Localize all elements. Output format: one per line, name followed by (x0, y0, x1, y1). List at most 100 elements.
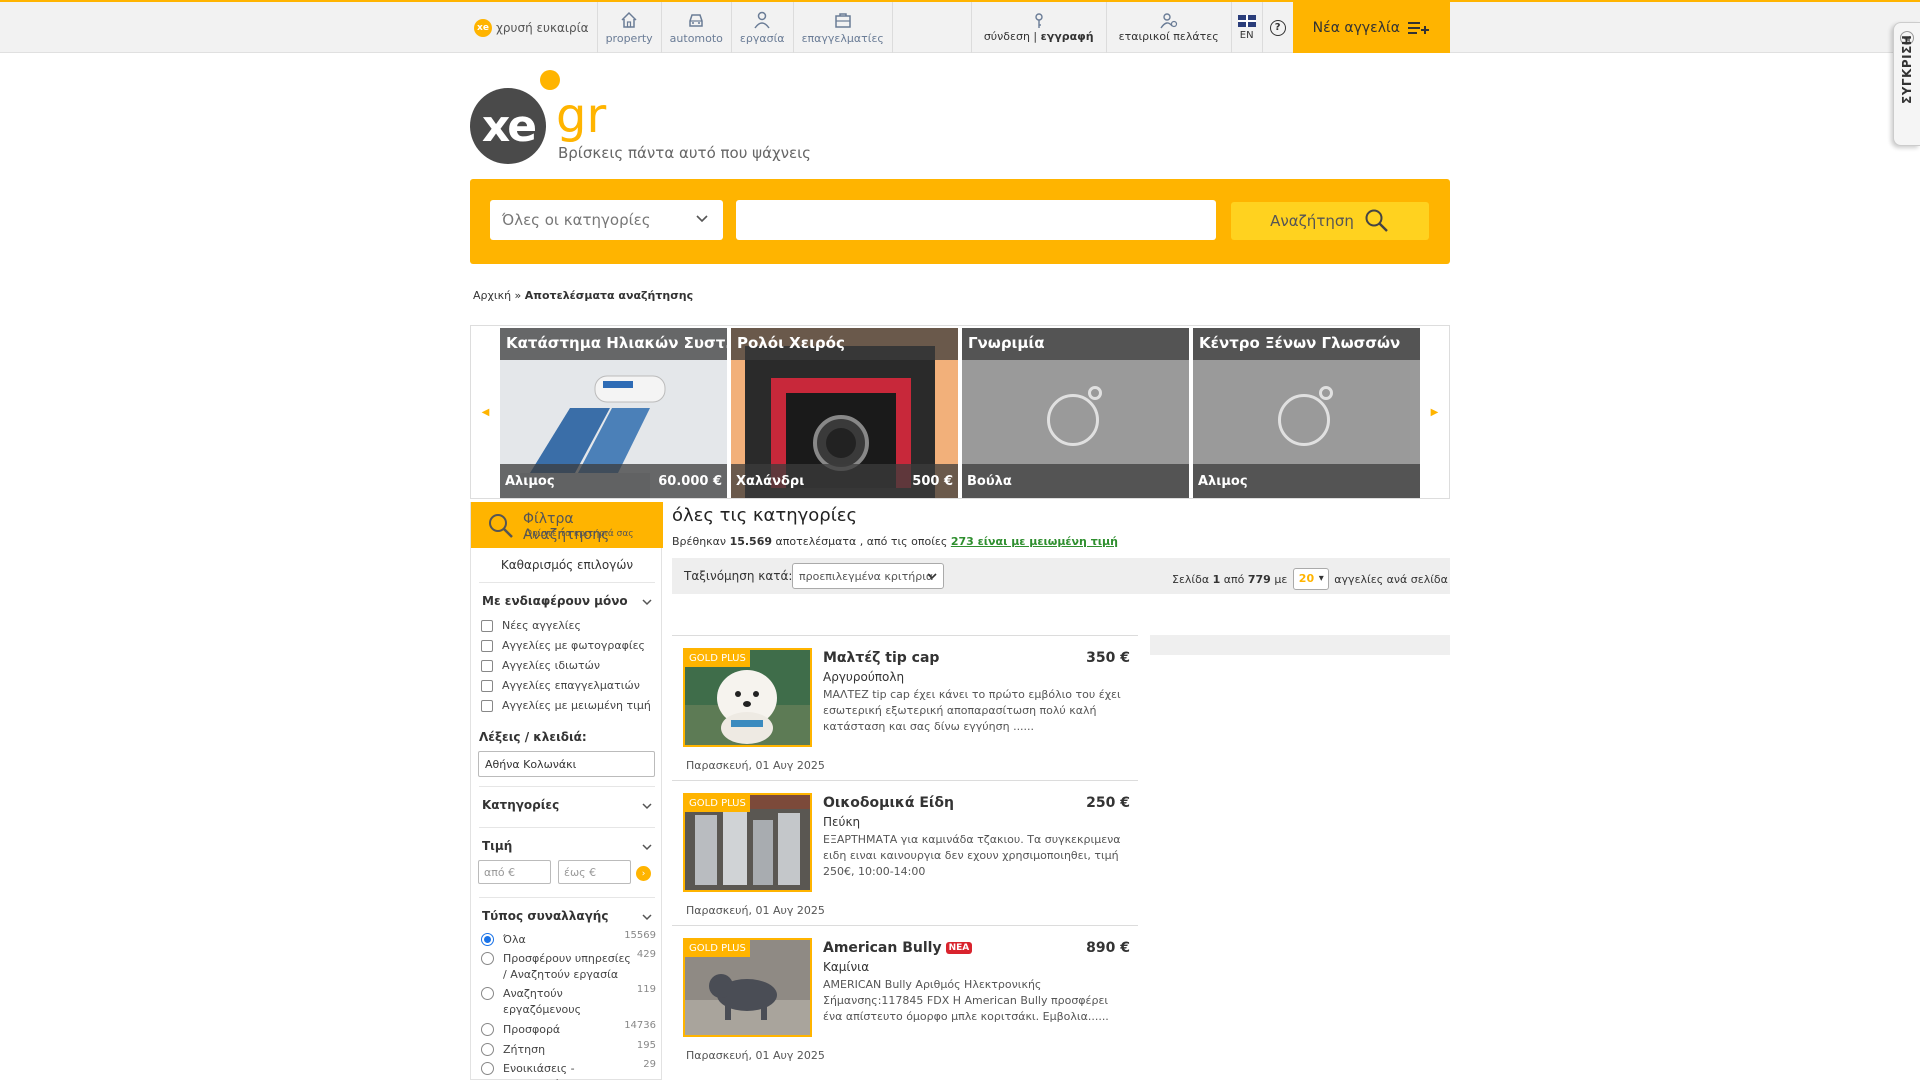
price-section-title[interactable]: Τιμή (482, 839, 512, 853)
radio-label: Ενοικιάσεις - Προσφορά (503, 1062, 575, 1080)
carousel-next-button[interactable]: ▶ (1420, 326, 1449, 498)
listing-title[interactable]: Οικοδομικά Είδη (823, 795, 954, 811)
nav-jobs-label: εργασία (739, 32, 785, 45)
radio-button[interactable] (481, 952, 494, 965)
nav-professionals[interactable]: επαγγελματίες (794, 2, 893, 53)
results-found-prefix: Βρέθηκαν (672, 535, 727, 548)
radio-count: 15569 (624, 930, 656, 941)
filter-private[interactable]: Αγγελίες ιδιωτών (481, 659, 600, 672)
transaction-option[interactable]: Προσφέρουν υπηρεσίες / Αναζητούν εργασία… (481, 949, 656, 983)
checkbox-label: Αγγελίες με φωτογραφίες (502, 639, 646, 652)
checkbox[interactable] (481, 619, 493, 632)
listing-item[interactable]: GOLD PLUS Μαλτέζ tip cap 350 € Αργυρούπο… (672, 635, 1138, 781)
price-to-input[interactable]: έως € (558, 860, 631, 884)
chevron-down-icon[interactable] (641, 800, 653, 812)
clear-filters-button[interactable]: Καθαρισμός επιλογών (471, 558, 663, 572)
transaction-section-title[interactable]: Τύπος συναλλαγής (482, 909, 608, 923)
nav-professionals-label: επαγγελματίες (801, 32, 884, 45)
login-label[interactable]: σύνδεση (984, 30, 1030, 43)
checkbox[interactable] (481, 639, 493, 652)
login-register-link[interactable]: σύνδεση | εγγραφή (972, 2, 1107, 53)
transaction-option[interactable]: Προσφορά 14736 (481, 1020, 656, 1038)
new-ad-button[interactable]: Νέα αγγελία (1292, 2, 1450, 53)
reduced-price-link[interactable]: 273 είναι με μειωμένη τιμή (951, 535, 1118, 548)
business-clients-label: εταιρικοί πελάτες (1118, 30, 1219, 43)
site-logo[interactable]: xe gr Βρίσκεις πάντα αυτό που ψάχνεις (470, 68, 830, 164)
listing-thumbnail[interactable]: GOLD PLUS (683, 793, 812, 892)
add-list-icon (1408, 21, 1429, 34)
placeholder-logo-icon (1047, 394, 1099, 446)
filter-professional[interactable]: Αγγελίες επαγγελματιών (481, 679, 640, 692)
per-page-select[interactable]: 20 (1292, 568, 1329, 590)
keywords-input[interactable]: Αθήνα Κολωνάκι (478, 751, 655, 777)
checkbox[interactable] (481, 679, 493, 692)
listing-item[interactable]: GOLD PLUS Οικοδομικά Είδη 250 € Πεύκη ΕΞ… (672, 780, 1138, 926)
compare-side-tab[interactable]: ◀ ΣΥΓΚΡΙΣΗ (1893, 22, 1920, 146)
logo-dot (540, 70, 560, 90)
business-clients-link[interactable]: εταιρικοί πελάτες (1107, 2, 1232, 53)
transaction-option[interactable]: Ζήτηση 195 (481, 1040, 656, 1058)
radio-button[interactable] (481, 933, 494, 946)
divider (479, 786, 655, 787)
listing-item[interactable]: GOLD PLUS American Bully ΝΕΑ 890 € Καμίνι… (672, 925, 1138, 1071)
carousel-card-price: 500 € (912, 473, 953, 489)
worker-icon (754, 11, 770, 29)
chevron-down-icon[interactable] (641, 596, 653, 608)
breadcrumb-separator: » (514, 289, 522, 302)
carousel-card-footer: Βούλα (962, 464, 1189, 498)
chevron-down-icon[interactable] (641, 911, 653, 923)
top-navigation: xe χρυσή ευκαιρία property automoto εργα… (0, 0, 1920, 53)
sort-select[interactable]: προεπιλεγμένα κριτήρια (792, 563, 944, 589)
listing-price: 350 € (1086, 650, 1130, 666)
categories-section-title[interactable]: Κατηγορίες (482, 798, 559, 812)
listing-title[interactable]: Μαλτέζ tip cap (823, 650, 939, 666)
category-select[interactable]: Όλες οι κατηγορίες (490, 200, 723, 240)
checkbox-label: Αγγελίες με μειωμένη τιμή (502, 699, 651, 712)
xe-small-logo-icon: xe (474, 18, 492, 37)
price-from-input[interactable]: από € (478, 860, 551, 884)
carousel-card[interactable]: Ρολόι Χειρός Χαλάνδρι 500 € (731, 328, 958, 498)
carousel-card-location: Αλιμος (505, 473, 555, 489)
carousel-card[interactable]: Γνωριμία Βούλα (962, 328, 1189, 498)
radio-button[interactable] (481, 987, 494, 1000)
transaction-option[interactable]: Αναζητούν εργαζόμενους 119 (481, 984, 656, 1018)
carousel-card[interactable]: Κέντρο Ξένων Γλωσσών Αλιμος (1193, 328, 1420, 498)
placeholder-dot (1319, 386, 1333, 400)
radio-label: Ζήτηση (503, 1043, 546, 1056)
checkbox[interactable] (481, 699, 493, 712)
transaction-option[interactable]: Όλα 15569 (481, 930, 656, 948)
interest-section-title[interactable]: Με ενδιαφέρουν μόνο (482, 594, 628, 608)
radio-count: 29 (643, 1059, 656, 1070)
compare-label: ΣΥΓΚΡΙΣΗ (1900, 34, 1914, 104)
nav-jobs[interactable]: εργασία (732, 2, 794, 53)
sort-select-value: προεπιλεγμένα κριτήρια (799, 569, 934, 583)
breadcrumb-home[interactable]: Αρχική (473, 289, 511, 302)
language-switch[interactable]: EN (1232, 2, 1263, 53)
help-button[interactable]: ? (1263, 2, 1293, 53)
filter-new-ads[interactable]: Νέες αγγελίες (481, 619, 581, 632)
transaction-option[interactable]: Ενοικιάσεις - Προσφορά 29 (481, 1059, 656, 1080)
radio-button[interactable] (481, 1043, 494, 1056)
radio-button[interactable] (481, 1023, 494, 1036)
price-apply-button[interactable]: › (636, 866, 651, 881)
nav-automoto[interactable]: automoto (662, 2, 732, 53)
gold-opportunity-link[interactable]: xe χρυσή ευκαιρία (470, 2, 598, 53)
carousel-prev-button[interactable]: ◀ (471, 326, 500, 498)
search-button[interactable]: Αναζήτηση (1231, 202, 1429, 240)
chevron-down-icon[interactable] (641, 841, 653, 853)
listing-thumbnail[interactable]: GOLD PLUS (683, 648, 812, 747)
radio-button[interactable] (481, 1062, 494, 1075)
nav-property[interactable]: property (598, 2, 662, 53)
filter-with-photos[interactable]: Αγγελίες με φωτογραφίες (481, 639, 645, 652)
carousel-card[interactable]: Κατάστημα Ηλιακών Συστ... Αλιμος 60.000 … (500, 328, 727, 498)
checkbox[interactable] (481, 659, 493, 672)
search-input[interactable] (736, 200, 1216, 240)
register-label[interactable]: εγγραφή (1041, 30, 1094, 43)
filter-reduced-price[interactable]: Αγγελίες με μειωμένη τιμή (481, 699, 651, 712)
keywords-label: Λέξεις / κλειδιά: (479, 730, 587, 744)
page-current: 1 (1212, 573, 1221, 586)
new-badge: ΝΕΑ (945, 942, 973, 954)
listing-thumbnail[interactable]: GOLD PLUS (683, 938, 812, 1037)
divider (479, 897, 655, 898)
listing-title[interactable]: American Bully ΝΕΑ (823, 940, 973, 956)
